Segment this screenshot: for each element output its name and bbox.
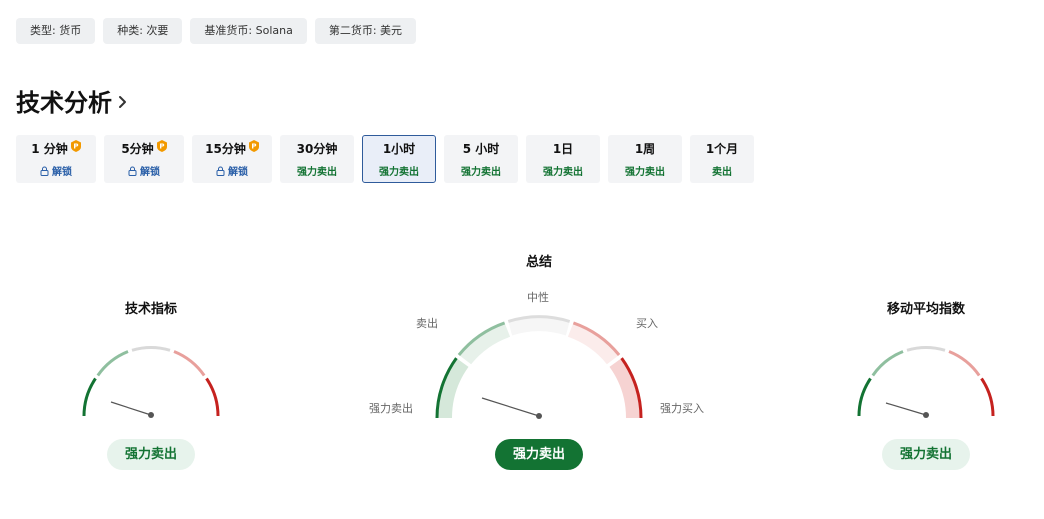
gauge-pivot (536, 413, 542, 419)
indicators-gauge (82, 346, 220, 418)
pro-badge-icon: P (156, 139, 167, 152)
tag-category: 种类: 次要 (103, 18, 183, 44)
gauge-pivot (148, 412, 154, 418)
pro-badge-icon: P (70, 139, 81, 152)
svg-text:P: P (73, 142, 78, 150)
tab-status: 解锁 (140, 167, 160, 178)
tab-status: 强力卖出 (543, 167, 583, 178)
moving-averages-result-badge: 强力卖出 (882, 439, 970, 470)
lock-icon (128, 166, 137, 176)
chevron-right-icon[interactable] (118, 94, 128, 110)
tab-5min[interactable]: 5分钟 P 解锁 (104, 135, 184, 183)
section-header[interactable]: 技术分析 (16, 83, 128, 118)
tab-5hours[interactable]: 5 小时 强力卖出 (444, 135, 518, 183)
tab-label: 1周 (634, 142, 656, 156)
moving-averages-gauge-title: 移动平均指数 (886, 302, 965, 317)
tab-status: 强力卖出 (625, 167, 665, 178)
tab-label: 1个月 (705, 142, 739, 156)
tab-status: 解锁 (228, 167, 248, 178)
tab-1hour[interactable]: 1小时 强力卖出 (362, 135, 436, 183)
summary-gauge (435, 315, 643, 419)
tab-1day[interactable]: 1日 强力卖出 (526, 135, 600, 183)
tab-1month[interactable]: 1个月 卖出 (690, 135, 754, 183)
label-neutral: 中性 (527, 291, 549, 304)
tab-status: 强力卖出 (461, 167, 501, 178)
indicators-gauge-title: 技术指标 (124, 302, 177, 317)
tab-1min[interactable]: 1 分钟 P 解锁 (16, 135, 96, 183)
moving-averages-gauge (857, 346, 995, 418)
tab-status: 解锁 (52, 167, 72, 178)
tab-15min[interactable]: 15分钟 P 解锁 (192, 135, 272, 183)
tab-label: 5 小时 (462, 142, 500, 156)
tab-status: 卖出 (712, 167, 732, 178)
pro-badge-icon: P (248, 139, 259, 152)
lock-icon (40, 166, 49, 176)
indicators-result-badge: 强力卖出 (107, 439, 195, 470)
gauge-pivot (923, 412, 929, 418)
label-strong-sell: 强力卖出 (369, 402, 413, 415)
timeframe-tabs: 1 分钟 P 解锁 5分钟 P 解锁 15分钟 P 解锁 30分钟 强力卖出 1… (16, 135, 754, 183)
tab-status: 强力卖出 (297, 167, 337, 178)
tab-label: 15分钟 (205, 142, 246, 156)
summary-result-badge: 强力卖出 (495, 439, 583, 470)
tab-label: 1小时 (382, 142, 416, 156)
page-title[interactable]: 技术分析 (16, 83, 112, 118)
tab-label: 30分钟 (296, 142, 338, 156)
gauge-needle (110, 401, 152, 416)
tab-label: 5分钟 (121, 142, 154, 156)
tag-second-currency: 第二货币: 美元 (314, 18, 417, 44)
tab-30min[interactable]: 30分钟 强力卖出 (280, 135, 354, 183)
gauge-needle (481, 397, 540, 417)
summary-gauge-title: 总结 (525, 255, 552, 270)
tab-1week[interactable]: 1周 强力卖出 (608, 135, 682, 183)
lock-icon (216, 166, 225, 176)
tag-base-currency: 基准货币: Solana (190, 18, 307, 44)
label-strong-buy: 强力买入 (660, 402, 704, 415)
tab-status: 强力卖出 (379, 167, 419, 178)
instrument-tags: 类型: 货币 种类: 次要 基准货币: Solana 第二货币: 美元 (16, 18, 417, 44)
svg-text:P: P (251, 142, 256, 150)
tab-label: 1日 (552, 142, 574, 156)
tab-label: 1 分钟 (31, 142, 68, 156)
svg-text:P: P (159, 142, 164, 150)
gauge-needle (885, 402, 927, 416)
tag-type: 类型: 货币 (16, 18, 96, 44)
